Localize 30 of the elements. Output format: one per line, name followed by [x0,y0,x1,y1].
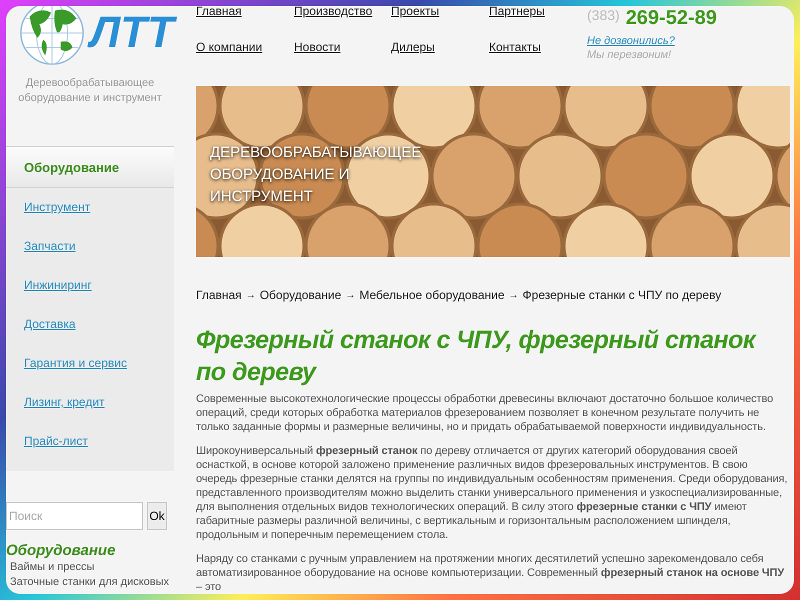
banner-caption: ДЕРЕВООБРАБАТЫВАЮЩЕЕ ОБОРУДОВАНИЕ И ИНСТРУМЕНТ [210,143,422,208]
body-paragraph: Современные высокотехнологические процессы обработки древесины включают достаточно большое количество операций, среди которых обработка материалов фрезерованием позволяет в конечном результате получить не только заданные формы и размерные величины, но и придать обрабатываемой поверхности индивидуальность. [196,392,774,434]
nav-link[interactable]: Партнеры [489,6,587,28]
nav-link[interactable]: Дилеры [391,38,489,63]
phone-code: (383) [587,8,620,22]
breadcrumb-separator: → [246,288,256,302]
breadcrumb-separator: → [508,288,519,302]
page-heading: Фрезерный станок с ЧПУ, фрезерный станок по дереву [196,325,758,388]
nav-link[interactable]: Проекты [391,6,489,28]
category-link[interactable]: Ваймы и прессы [6,560,174,575]
nav-link[interactable]: Производство [294,6,391,28]
phone-number: 269-52-89 [626,6,717,30]
breadcrumb: Фрезерные станки с ЧПУ по дереву [522,287,722,304]
category-title: Оборудование [6,542,116,560]
breadcrumb[interactable]: Главная [196,286,242,304]
callback-note: Мы перезвоним! [587,48,672,62]
breadcrumb-separator: → [345,288,356,302]
nav-link[interactable]: Контакты [489,38,587,63]
category-link[interactable]: Заточные станки для дисковых [6,575,174,590]
body-paragraph: Широкоуниверсальный фрезерный станок по дереву отличается от других категорий оборудования своей оснасткой, в основе которой заложено применение различных видов фрезеровальных инструментов. В свою очередь фрезерные станки делятся на группы по индивидуальным особенностям применения. Среди оборудования, представленного производителям можно выделить станки универсального применения и узкоспециализированные, для выполнения отдельных видов технологических операций. В силу этого фрезерные станки с ЧПУ имеют габаритные размеры различной величины, с вертикальным и горизонтальным расположением шпинделя, продольным и поперечным перемещением стола. [196,444,788,542]
logo-tagline: Деревообрабатывающее оборудование и инструмент [17,76,163,106]
nav-link[interactable]: Главная [196,6,294,28]
body-paragraph: Наряду со станками с ручным управлением на протяжении многих десятилетий успешно зарекомендовало себя автоматизированное оборудование на основе компьютеризации. Современный фрезерный станок на основе ЧПУ – это [196,552,786,594]
breadcrumb[interactable]: Мебельное оборудование [359,286,505,304]
nav-link[interactable]: О компании [196,38,294,63]
side-menu-item[interactable]: Оборудование [6,146,174,188]
nav-link[interactable]: Новости [294,38,391,63]
breadcrumb[interactable]: Оборудование [260,286,342,304]
ok-button[interactable]: Ok [147,502,167,530]
search-field[interactable]: Поиск [6,502,143,530]
